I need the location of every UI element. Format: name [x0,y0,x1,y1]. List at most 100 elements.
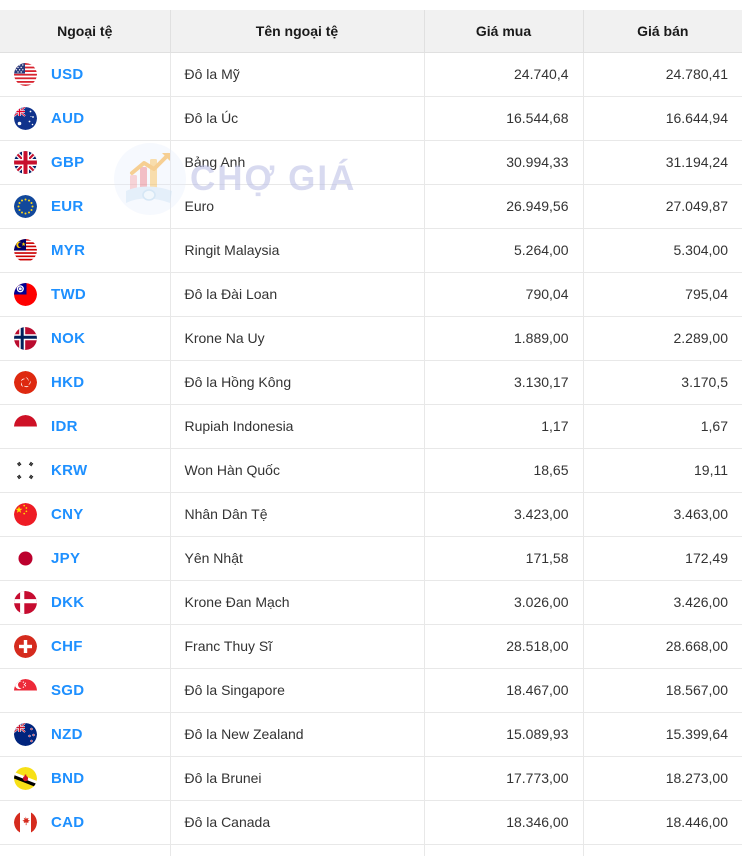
currency-cell: BND [0,756,170,800]
flag-nz-icon [14,723,37,746]
sell-price-cell: 795,04 [583,272,742,316]
currency-code: NZD [51,726,83,743]
currency-name-cell: Đô la Úc [170,96,424,140]
flag-bn-icon [14,767,37,790]
buy-price-cell: 790,04 [424,272,583,316]
table-header: Ngoại tệ Tên ngoại tệ Giá mua Giá bán [0,10,742,52]
currency-code: AUD [51,110,84,127]
flag-au-icon [14,107,37,130]
flag-sg-icon [14,679,37,702]
currency-name-cell: Bảng Anh [170,140,424,184]
table-header-row: Ngoại tệ Tên ngoại tệ Giá mua Giá bán [0,10,742,52]
currency-cell: AUD [0,96,170,140]
currency-code: NOK [51,330,85,347]
flag-ca-icon [14,811,37,834]
buy-price-cell: 15.089,93 [424,712,583,756]
currency-name-cell: Đô la Hồng Kông [170,360,424,404]
buy-price-cell: 18.346,00 [424,800,583,844]
currency-code: IDR [51,418,78,435]
currency-code: KRW [51,462,87,479]
table-row[interactable]: IDRRupiah Indonesia1,171,67 [0,404,742,448]
flag-gb-icon [14,151,37,174]
table-row[interactable]: NZDĐô la New Zealand15.089,9315.399,64 [0,712,742,756]
flag-hk-icon [14,371,37,394]
table-row[interactable] [0,844,742,856]
buy-price-cell: 18,65 [424,448,583,492]
table-row[interactable]: CNYNhân Dân Tệ3.423,003.463,00 [0,492,742,536]
buy-price-cell: 30.994,33 [424,140,583,184]
buy-price-cell: 16.544,68 [424,96,583,140]
currency-name-cell: Rupiah Indonesia [170,404,424,448]
currency-cell: IDR [0,404,170,448]
table-row[interactable]: HKD Đô la Hồng Kông3.130,173.170,5 [0,360,742,404]
sell-price-cell: 27.049,87 [583,184,742,228]
buy-price-cell: 18.467,00 [424,668,583,712]
currency-cell: MYR [0,228,170,272]
sell-price-cell: 15.399,64 [583,712,742,756]
flag-tw-icon [14,283,37,306]
currency-cell: EUR [0,184,170,228]
currency-code: CHF [51,638,83,655]
currency-code: JPY [51,550,80,567]
flag-us-icon [14,63,37,86]
buy-price-cell: 3.130,17 [424,360,583,404]
table-cell [583,844,742,856]
table-row[interactable]: CHF Franc Thuy Sĩ28.518,0028.668,00 [0,624,742,668]
table-row[interactable]: MYRRingit Malaysia5.264,005.304,00 [0,228,742,272]
currency-name-cell: Won Hàn Quốc [170,448,424,492]
currency-cell: CNY [0,492,170,536]
buy-price-cell: 171,58 [424,536,583,580]
table-row[interactable]: NOKKrone Na Uy1.889,002.289,00 [0,316,742,360]
currency-name-cell: Đô la Mỹ [170,52,424,96]
flag-kr-icon [14,459,37,482]
sell-price-cell: 16.644,94 [583,96,742,140]
sell-price-cell: 18.446,00 [583,800,742,844]
currency-name-cell: Franc Thuy Sĩ [170,624,424,668]
table-row[interactable]: DKKKrone Đan Mạch3.026,003.426,00 [0,580,742,624]
buy-price-cell: 17.773,00 [424,756,583,800]
flag-ch-icon [14,635,37,658]
table-row[interactable]: SGDĐô la Singapore18.467,0018.567,00 [0,668,742,712]
table-row[interactable]: BNDĐô la Brunei17.773,0018.273,00 [0,756,742,800]
currency-code: CAD [51,814,84,831]
table-row[interactable]: GBPBảng Anh30.994,3331.194,24 [0,140,742,184]
currency-name-cell: Euro [170,184,424,228]
table-cell [0,844,170,856]
flag-my-icon [14,239,37,262]
sell-price-cell: 28.668,00 [583,624,742,668]
sell-price-cell: 3.170,5 [583,360,742,404]
flag-cn-icon [14,503,37,526]
table-row[interactable]: CADĐô la Canada18.346,0018.446,00 [0,800,742,844]
table-row[interactable]: KRW Won Hàn Quốc18,6519,11 [0,448,742,492]
currency-code: HKD [51,374,84,391]
sell-price-cell: 19,11 [583,448,742,492]
currency-cell: CHF [0,624,170,668]
currency-name-cell: Đô la Đài Loan [170,272,424,316]
column-header-currency-name: Tên ngoại tệ [170,10,424,52]
column-header-currency: Ngoại tệ [0,10,170,52]
buy-price-cell: 3.423,00 [424,492,583,536]
currency-cell: DKK [0,580,170,624]
buy-price-cell: 28.518,00 [424,624,583,668]
currency-rate-page: CHỢ GIÁ Ngoại tệ Tên ngoại tệ Giá mua Gi… [0,0,742,856]
sell-price-cell: 24.780,41 [583,52,742,96]
currency-code: TWD [51,286,86,303]
currency-code: CNY [51,506,84,523]
table-row[interactable]: JPYYên Nhật171,58172,49 [0,536,742,580]
currency-name-cell: Nhân Dân Tệ [170,492,424,536]
table-row[interactable]: AUD Đô la Úc16.544,6816.644,94 [0,96,742,140]
sell-price-cell: 18.567,00 [583,668,742,712]
currency-code: EUR [51,198,84,215]
currency-cell: GBP [0,140,170,184]
currency-cell: NZD [0,712,170,756]
table-row[interactable]: USDĐô la Mỹ24.740,424.780,41 [0,52,742,96]
exchange-rate-table-wrapper: Ngoại tệ Tên ngoại tệ Giá mua Giá bán US… [0,10,742,856]
currency-code: USD [51,66,84,83]
currency-name-cell: Yên Nhật [170,536,424,580]
table-row[interactable]: TWD Đô la Đài Loan790,04795,04 [0,272,742,316]
table-body: USDĐô la Mỹ24.740,424.780,41AUDĐô la Úc1… [0,52,742,856]
exchange-rate-table: Ngoại tệ Tên ngoại tệ Giá mua Giá bán US… [0,10,742,856]
buy-price-cell: 3.026,00 [424,580,583,624]
flag-id-icon [14,415,37,438]
table-row[interactable]: EUREuro26.949,5627.049,87 [0,184,742,228]
